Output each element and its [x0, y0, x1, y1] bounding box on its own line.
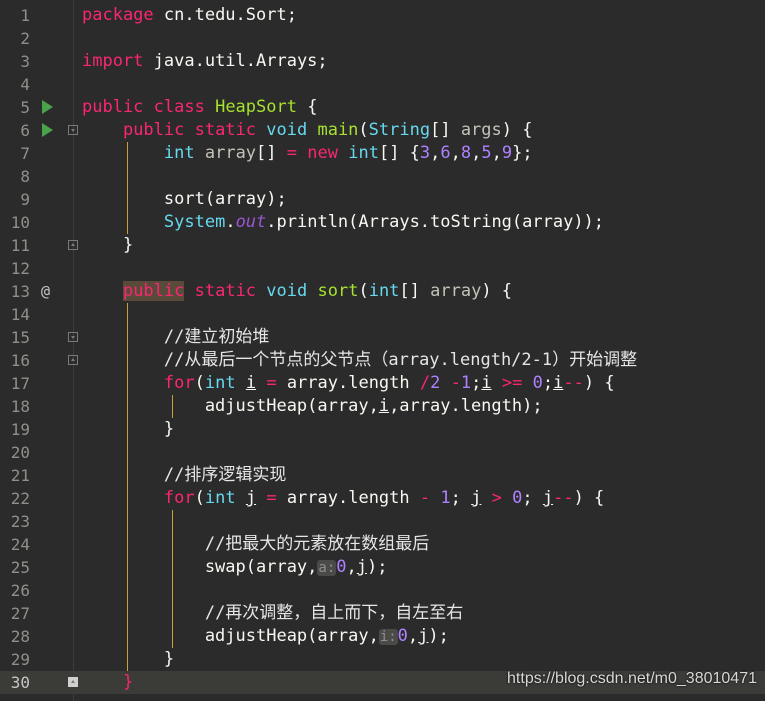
- code-text[interactable]: adjustHeap(array,i:0,j);: [82, 625, 449, 649]
- code-text[interactable]: sort(array);: [82, 188, 287, 211]
- code-text[interactable]: //排序逻辑实现: [82, 464, 286, 487]
- code-line[interactable]: 29 }: [0, 648, 765, 671]
- line-number[interactable]: 8: [0, 165, 30, 188]
- line-number[interactable]: 23: [0, 510, 30, 533]
- fold-collapse-icon[interactable]: [68, 332, 78, 342]
- code-text[interactable]: }: [82, 671, 133, 694]
- line-number[interactable]: 30: [0, 671, 30, 694]
- line-number[interactable]: 12: [0, 257, 30, 280]
- code-text[interactable]: //建立初始堆: [82, 326, 269, 349]
- code-editor[interactable]: 1 package cn.tedu.Sort; 2 3 import java.util…: [0, 0, 765, 701]
- code-text[interactable]: package cn.tedu.Sort;: [82, 4, 297, 27]
- fold-collapse-icon[interactable]: [68, 125, 78, 135]
- line-number[interactable]: 6: [0, 119, 30, 142]
- code-text[interactable]: int array[] = new int[] {3,6,8,5,9};: [82, 142, 533, 165]
- code-line[interactable]: 1 package cn.tedu.Sort;: [0, 4, 765, 27]
- line-number[interactable]: 27: [0, 602, 30, 625]
- run-icon[interactable]: [42, 123, 53, 137]
- code-line[interactable]: 19 }: [0, 418, 765, 441]
- code-line[interactable]: 26: [0, 579, 765, 602]
- line-number[interactable]: 21: [0, 464, 30, 487]
- code-line[interactable]: 4: [0, 73, 765, 96]
- code-line[interactable]: 6 public static void main(String[] args)…: [0, 119, 765, 142]
- line-number[interactable]: 24: [0, 533, 30, 556]
- code-line[interactable]: 10 System.out.println(Arrays.toString(ar…: [0, 211, 765, 234]
- line-number[interactable]: 10: [0, 211, 30, 234]
- line-number[interactable]: 7: [0, 142, 30, 165]
- line-number[interactable]: 17: [0, 372, 30, 395]
- code-line[interactable]: 24 //把最大的元素放在数组最后: [0, 533, 765, 556]
- code-line[interactable]: 7 int array[] = new int[] {3,6,8,5,9};: [0, 142, 765, 165]
- line-number[interactable]: 22: [0, 487, 30, 510]
- code-line[interactable]: 25 swap(array,a:0,j);: [0, 556, 765, 579]
- code-line[interactable]: 16 //从最后一个节点的父节点（array.length/2-1）开始调整: [0, 349, 765, 372]
- code-line[interactable]: 8: [0, 165, 765, 188]
- fold-end-icon[interactable]: [68, 240, 78, 250]
- code-text[interactable]: for(int i = array.length /2 -1;i >= 0;i-…: [82, 372, 615, 395]
- code-line[interactable]: 9 sort(array);: [0, 188, 765, 211]
- line-number[interactable]: 28: [0, 625, 30, 648]
- fold-end-icon[interactable]: [68, 677, 78, 687]
- override-icon[interactable]: @: [41, 280, 55, 303]
- code-text[interactable]: adjustHeap(array,i,array.length);: [82, 395, 543, 418]
- line-number[interactable]: 11: [0, 234, 30, 257]
- code-line[interactable]: 14: [0, 303, 765, 326]
- code-text[interactable]: for(int j = array.length - 1; j > 0; j--…: [82, 487, 604, 510]
- line-number[interactable]: 14: [0, 303, 30, 326]
- line-number[interactable]: 16: [0, 349, 30, 372]
- fold-end-icon[interactable]: [68, 355, 78, 365]
- code-text[interactable]: public class HeapSort {: [82, 96, 317, 119]
- line-number[interactable]: 25: [0, 556, 30, 579]
- code-line[interactable]: 28 adjustHeap(array,i:0,j);: [0, 625, 765, 648]
- code-line[interactable]: 20: [0, 441, 765, 464]
- code-line[interactable]: 15 //建立初始堆: [0, 326, 765, 349]
- code-text[interactable]: //从最后一个节点的父节点（array.length/2-1）开始调整: [82, 349, 637, 372]
- line-number[interactable]: 1: [0, 4, 30, 27]
- code-text[interactable]: public static void sort(int[] array) {: [82, 280, 512, 303]
- code-text[interactable]: public static void main(String[] args) {: [82, 119, 533, 142]
- line-number[interactable]: 19: [0, 418, 30, 441]
- line-number[interactable]: 26: [0, 579, 30, 602]
- line-number[interactable]: 4: [0, 73, 30, 96]
- line-number[interactable]: 20: [0, 441, 30, 464]
- line-number[interactable]: 9: [0, 188, 30, 211]
- code-line[interactable]: 23: [0, 510, 765, 533]
- watermark: https://blog.csdn.net/m0_38010471: [507, 670, 757, 687]
- code-text[interactable]: import java.util.Arrays;: [82, 50, 328, 73]
- line-number[interactable]: 5: [0, 96, 30, 119]
- code-text[interactable]: swap(array,a:0,j);: [82, 556, 388, 580]
- code-line[interactable]: 21 //排序逻辑实现: [0, 464, 765, 487]
- line-number[interactable]: 2: [0, 27, 30, 50]
- code-line[interactable]: 18 adjustHeap(array,i,array.length);: [0, 395, 765, 418]
- line-number[interactable]: 29: [0, 648, 30, 671]
- line-number[interactable]: 13: [0, 280, 30, 303]
- code-text[interactable]: System.out.println(Arrays.toString(array…: [82, 211, 604, 234]
- code-text[interactable]: }: [82, 648, 174, 671]
- code-line[interactable]: 27 //再次调整，自上而下，自左至右: [0, 602, 765, 625]
- code-line[interactable]: 22 for(int j = array.length - 1; j > 0; …: [0, 487, 765, 510]
- code-line[interactable]: 2: [0, 27, 765, 50]
- code-text[interactable]: //再次调整，自上而下，自左至右: [82, 602, 463, 625]
- code-line[interactable]: 11 }: [0, 234, 765, 257]
- line-number[interactable]: 3: [0, 50, 30, 73]
- code-line[interactable]: 13 @ public static void sort(int[] array)…: [0, 280, 765, 303]
- code-line[interactable]: 17 for(int i = array.length /2 -1;i >= 0…: [0, 372, 765, 395]
- run-icon[interactable]: [42, 100, 53, 114]
- code-line[interactable]: 3 import java.util.Arrays;: [0, 50, 765, 73]
- code-text[interactable]: //把最大的元素放在数组最后: [82, 533, 429, 556]
- code-text[interactable]: }: [82, 234, 133, 257]
- code-text[interactable]: }: [82, 418, 174, 441]
- code-line[interactable]: 12: [0, 257, 765, 280]
- code-line[interactable]: 5 public class HeapSort {: [0, 96, 765, 119]
- line-number[interactable]: 18: [0, 395, 30, 418]
- line-number[interactable]: 15: [0, 326, 30, 349]
